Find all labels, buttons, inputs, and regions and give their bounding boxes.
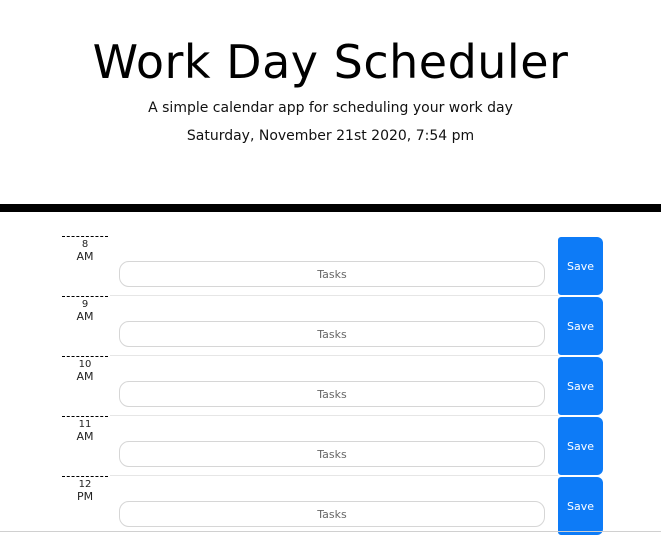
hour-label: 9 AM <box>62 296 108 323</box>
hour-label: 11 AM <box>62 416 108 443</box>
hour-period: PM <box>76 490 94 503</box>
save-button[interactable]: Save <box>558 477 603 535</box>
row-divider <box>110 415 558 416</box>
timeblock-row-11am: 11 AM Save <box>0 392 661 475</box>
row-divider <box>110 295 558 296</box>
hour-period: AM <box>76 370 94 383</box>
timeblock-row-12pm: 12 PM Save <box>0 452 661 535</box>
page-subtitle: A simple calendar app for scheduling you… <box>148 100 513 116</box>
header: Work Day Scheduler A simple calendar app… <box>0 0 661 204</box>
timeblock-row-8am: 8 AM Save <box>0 212 661 295</box>
task-input[interactable] <box>119 501 545 527</box>
header-divider <box>0 204 661 212</box>
timeblock-row-9am: 9 AM Save <box>0 272 661 355</box>
hour-label: 10 AM <box>62 356 108 383</box>
page-bottom-border <box>0 531 661 532</box>
hour-label: 12 PM <box>62 476 108 503</box>
row-divider <box>110 475 558 476</box>
hour-period: AM <box>76 250 94 263</box>
timeblock-row-10am: 10 AM Save <box>0 332 661 415</box>
row-divider <box>110 355 558 356</box>
hour-label: 8 AM <box>62 236 108 263</box>
hour-period: AM <box>76 430 94 443</box>
page-title: Work Day Scheduler <box>92 35 569 89</box>
current-day: Saturday, November 21st 2020, 7:54 pm <box>186 128 475 144</box>
hour-period: AM <box>76 310 94 323</box>
